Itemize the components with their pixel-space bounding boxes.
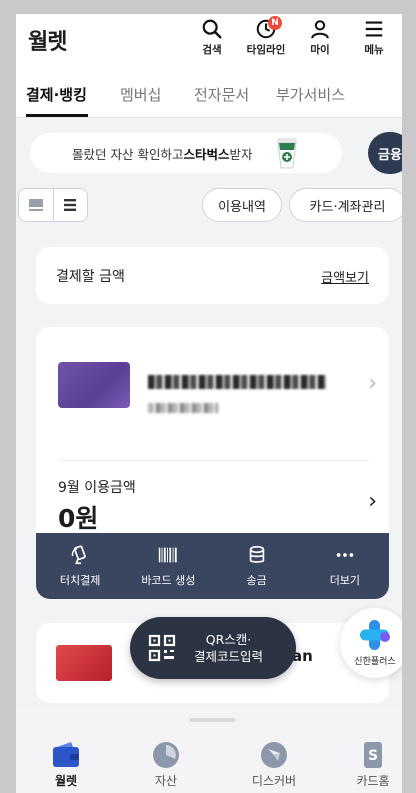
nav-assets[interactable]: 자산 bbox=[126, 740, 206, 789]
more-button[interactable]: 더보기 bbox=[301, 533, 389, 599]
more-label: 더보기 bbox=[329, 574, 361, 587]
qr-scan-button[interactable]: QR스캔· 결제코드입력 bbox=[130, 617, 296, 679]
view-toggle bbox=[18, 188, 88, 222]
nav-discover[interactable]: 디스커버 bbox=[234, 740, 314, 789]
qr-code-icon bbox=[148, 634, 176, 662]
screen-edge-right bbox=[402, 0, 416, 793]
month-usage-label: 9월 이용금액 bbox=[58, 480, 136, 496]
nav-card-home[interactable]: S 카드홈 bbox=[333, 740, 402, 789]
chevron-right-icon[interactable]: › bbox=[368, 371, 377, 396]
qr-label: QR스캔· 결제코드입력 bbox=[194, 631, 263, 665]
barcode-label: 바코드 생성 bbox=[141, 574, 196, 587]
svg-text:S: S bbox=[368, 748, 378, 764]
menu-button[interactable]: 메뉴 bbox=[354, 18, 394, 57]
tab-membership[interactable]: 멤버십 bbox=[120, 84, 161, 105]
header: 월렛 검색 N 타임라인 마이 메뉴 bbox=[16, 14, 402, 74]
user-icon bbox=[311, 20, 329, 39]
tab-additional-services[interactable]: 부가서비스 bbox=[276, 84, 345, 105]
transfer-button[interactable]: 송금 bbox=[213, 533, 301, 599]
card-image-red bbox=[56, 645, 112, 681]
banner-text-bold: 스타벅스 bbox=[183, 146, 230, 162]
card-view-button[interactable] bbox=[19, 189, 53, 221]
search-label: 검색 bbox=[202, 44, 222, 56]
tab-payment-banking[interactable]: 결제·뱅킹 bbox=[26, 84, 87, 105]
qr-label-line2: 결제코드입력 bbox=[194, 649, 264, 664]
card-name-blurred bbox=[148, 375, 326, 389]
timeline-button[interactable]: N 타임라인 bbox=[246, 16, 286, 57]
nav-wallet-label: 월렛 bbox=[54, 774, 78, 788]
touch-pay-button[interactable]: 터치결제 bbox=[36, 533, 124, 599]
nav-assets-label: 자산 bbox=[154, 774, 178, 788]
month-usage-amount: 0원 bbox=[58, 504, 99, 533]
active-tab-indicator bbox=[26, 114, 88, 117]
app-screen: 월렛 검색 N 타임라인 마이 메뉴 결제·뱅킹 멤버십 전자문서 부가서비스 … bbox=[16, 14, 402, 793]
list-view-icon bbox=[64, 199, 77, 211]
list-view-button[interactable] bbox=[52, 189, 88, 221]
card-view-icon bbox=[28, 199, 43, 211]
search-button[interactable]: 검색 bbox=[192, 18, 232, 57]
page-title: 월렛 bbox=[28, 30, 67, 55]
nav-discover-label: 디스커버 bbox=[251, 774, 297, 788]
chevron-right-icon[interactable]: › bbox=[368, 489, 377, 514]
header-actions: 검색 N 타임라인 마이 메뉴 bbox=[192, 16, 394, 57]
transfer-label: 송금 bbox=[246, 574, 267, 587]
new-badge: N bbox=[268, 16, 282, 30]
usage-history-button[interactable]: 이용내역 bbox=[202, 188, 282, 222]
touch-pay-label: 터치결제 bbox=[59, 574, 101, 587]
compass-icon bbox=[261, 742, 287, 768]
my-label: 마이 bbox=[310, 44, 330, 56]
barcode-button[interactable]: 바코드 생성 bbox=[124, 533, 212, 599]
status-frame-top bbox=[0, 0, 416, 14]
screen-edge-left bbox=[0, 0, 16, 793]
shinhan-plus-label: 신한플러스 bbox=[354, 656, 396, 667]
show-amount-link[interactable]: 금액보기 bbox=[321, 267, 369, 286]
bottom-navigation: 월렛 자산 디스커버 S 카드홈 bbox=[16, 707, 402, 793]
menu-label: 메뉴 bbox=[364, 44, 384, 56]
pay-amount-card: 결제할 금액 금액보기 bbox=[36, 247, 389, 304]
tab-e-documents[interactable]: 전자문서 bbox=[194, 84, 249, 105]
menu-icon bbox=[365, 21, 383, 37]
touch-pay-icon bbox=[71, 545, 86, 565]
banner-text-prefix: 몰랐던 자산 확인하고 bbox=[72, 146, 184, 162]
pie-chart-icon bbox=[153, 742, 179, 768]
tab-bar: 결제·뱅킹 멤버십 전자문서 부가서비스 bbox=[16, 74, 402, 118]
finance-button[interactable]: 금융 bbox=[368, 132, 402, 174]
card-action-bar: 터치결제 바코드 생성 송금 더보기 bbox=[36, 533, 389, 599]
shinhan-plus-button[interactable]: 신한플러스 bbox=[340, 608, 402, 678]
banner-text-suffix: 받자 bbox=[229, 146, 253, 162]
my-button[interactable]: 마이 bbox=[300, 18, 340, 57]
search-icon bbox=[202, 19, 222, 39]
timeline-label: 타임라인 bbox=[246, 44, 286, 56]
card-account-manage-button[interactable]: 카드·계좌관리 bbox=[289, 188, 402, 222]
card-home-icon: S bbox=[364, 742, 382, 768]
divider bbox=[58, 460, 369, 461]
main-card-panel: › 9월 이용금액 0원 › 터치결제 바코드 생성 송금 더보기 bbox=[36, 327, 389, 599]
shinhan-plus-icon bbox=[360, 619, 390, 650]
wallet-icon bbox=[53, 742, 79, 767]
nav-card-home-label: 카드홈 bbox=[356, 774, 390, 788]
pay-amount-label: 결제할 금액 bbox=[56, 269, 125, 285]
coffee-cup-icon bbox=[277, 138, 297, 169]
qr-label-line1: QR스캔· bbox=[205, 632, 252, 647]
card-number-blurred bbox=[148, 403, 218, 413]
barcode-icon bbox=[159, 547, 178, 563]
sheet-handle[interactable] bbox=[190, 718, 236, 722]
card-image[interactable] bbox=[58, 362, 130, 408]
nav-wallet[interactable]: 월렛 bbox=[26, 740, 106, 789]
coins-icon bbox=[249, 545, 264, 563]
more-icon bbox=[336, 553, 354, 557]
